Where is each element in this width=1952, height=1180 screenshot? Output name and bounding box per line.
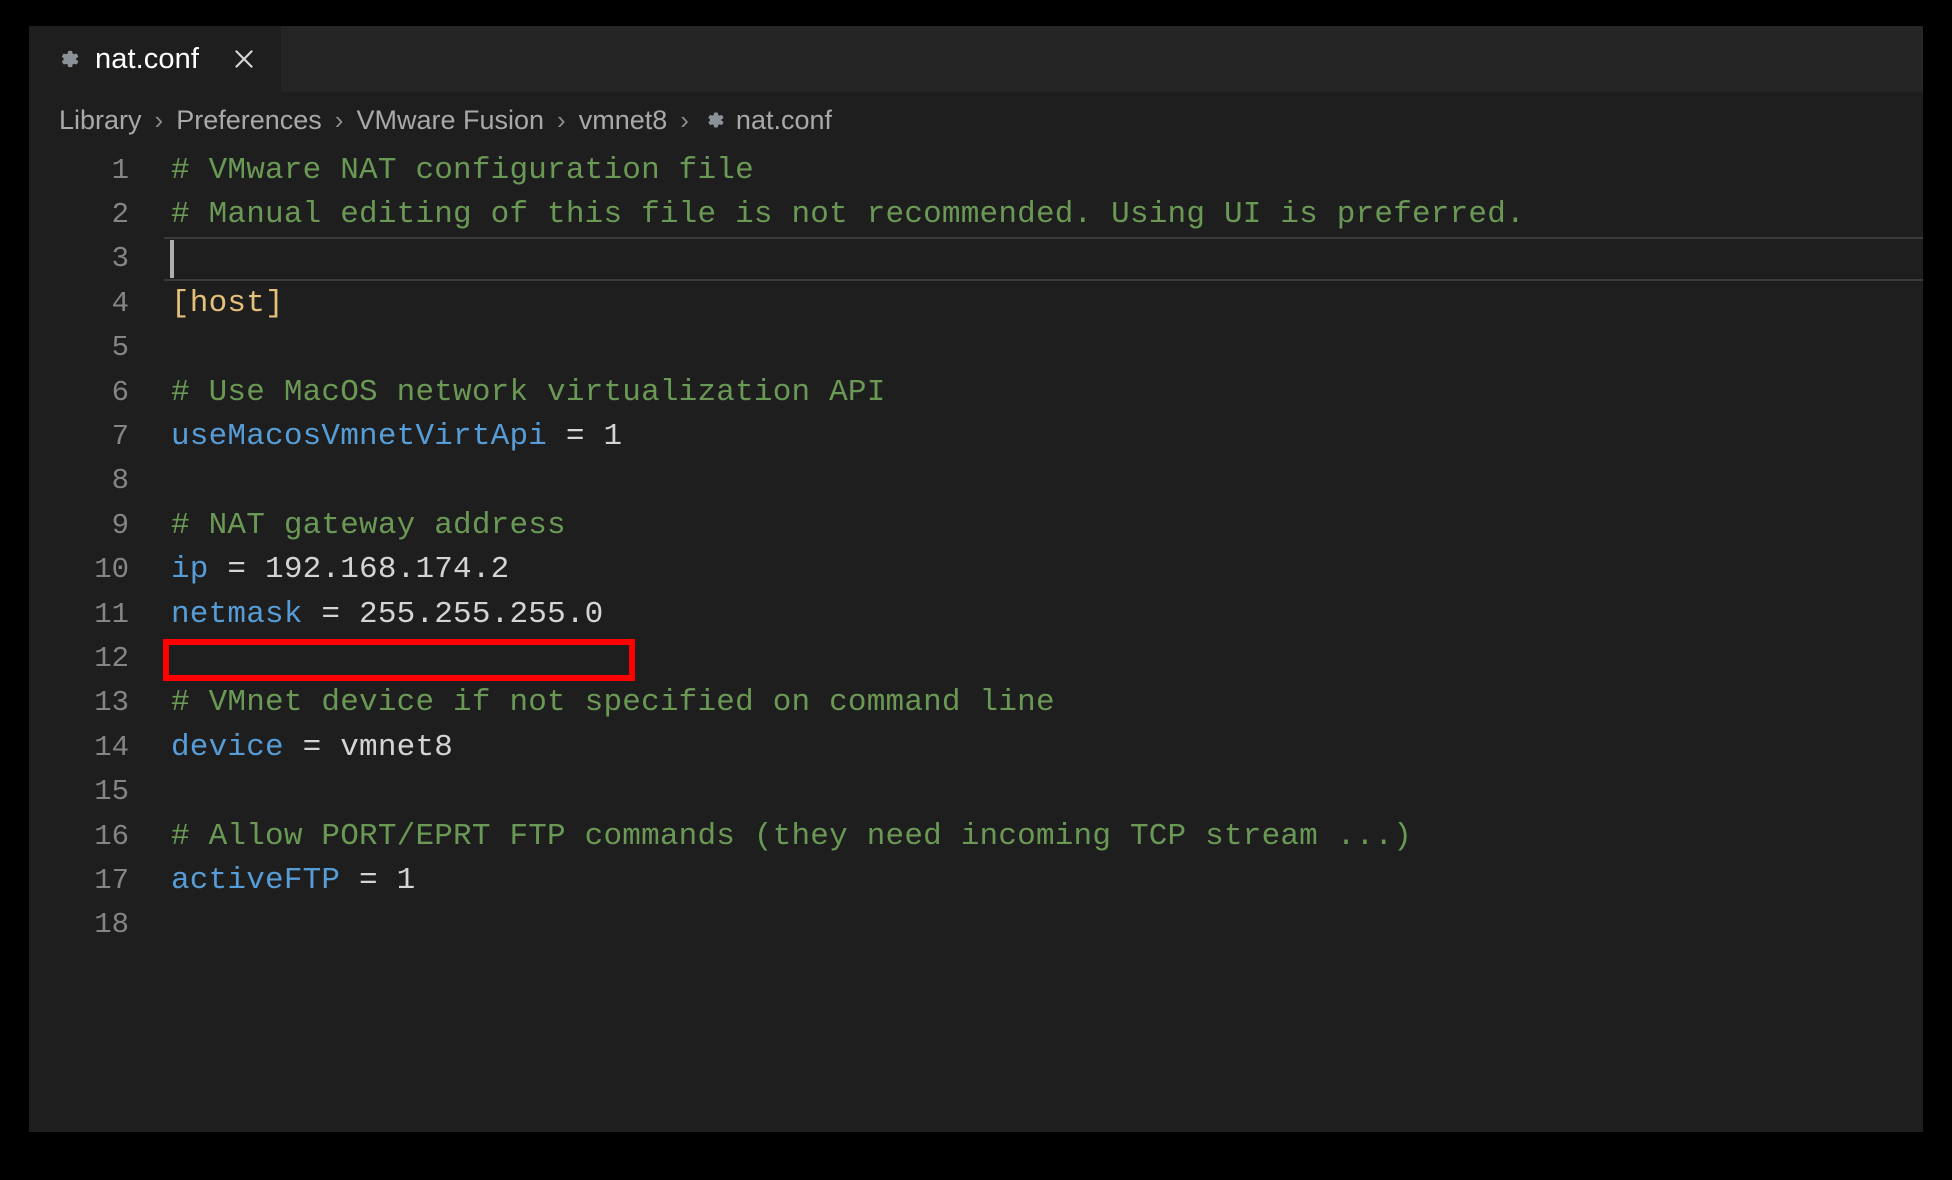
code-line-text: # Use MacOS network virtualization API — [129, 375, 886, 410]
code-line[interactable]: 12 — [29, 636, 1923, 680]
line-number: 8 — [111, 464, 129, 498]
code-line-text: # VMnet device if not specified on comma… — [129, 685, 1055, 720]
code-line[interactable]: 8 — [29, 459, 1923, 503]
code-token: = — [340, 862, 397, 898]
line-number: 6 — [111, 375, 129, 409]
code-line-text: # NAT gateway address — [129, 508, 566, 543]
screenshot-root: nat.conf Library › Preferences › VMware … — [0, 0, 1952, 1180]
editor-tab-nat-conf[interactable]: nat.conf — [29, 26, 282, 92]
code-token: # VMware NAT configuration file — [171, 152, 754, 188]
code-token: = — [283, 729, 341, 765]
code-line[interactable]: 2 # Manual editing of this file is not re… — [29, 192, 1923, 236]
breadcrumb-item-library[interactable]: Library — [59, 105, 142, 136]
line-number: 4 — [111, 286, 129, 320]
breadcrumb-label: vmnet8 — [578, 104, 668, 135]
breadcrumb-item-vmware-fusion[interactable]: VMware Fusion — [356, 105, 544, 136]
breadcrumb-label: Preferences — [176, 104, 322, 135]
code-editor-content[interactable]: 1 # VMware NAT configuration file 2 # Manua… — [29, 148, 1923, 1132]
line-number: 15 — [94, 775, 129, 809]
code-token: # Allow PORT/EPRT FTP commands (they nee… — [171, 818, 1412, 854]
line-number: 12 — [94, 641, 129, 675]
close-icon[interactable] — [229, 44, 259, 74]
line-number: 18 — [94, 908, 129, 942]
code-token: 255.255.255.0 — [359, 596, 604, 632]
code-line-text: activeFTP = 1 — [129, 863, 415, 898]
line-number: 17 — [94, 863, 129, 897]
text-cursor — [170, 239, 174, 278]
breadcrumb-item-preferences[interactable]: Preferences — [176, 105, 322, 136]
line-number: 7 — [111, 420, 129, 454]
breadcrumb-label: Library — [59, 104, 142, 135]
breadcrumb-label: nat.conf — [735, 104, 832, 135]
code-line[interactable]: 4 [host] — [29, 281, 1923, 325]
line-number: 16 — [94, 819, 129, 853]
code-line[interactable]: 9 # NAT gateway address — [29, 503, 1923, 547]
code-token: # VMnet device if not specified on comma… — [171, 685, 1055, 721]
code-line[interactable]: 1 # VMware NAT configuration file — [29, 148, 1923, 192]
code-line[interactable]: 18 — [29, 903, 1923, 947]
code-token: = — [547, 419, 604, 455]
code-line-text: useMacosVmnetVirtApi = 1 — [129, 419, 622, 454]
code-line[interactable]: 13 # VMnet device if not specified on com… — [29, 681, 1923, 725]
code-line[interactable]: 11 netmask = 255.255.255.0 — [29, 592, 1923, 636]
breadcrumb-separator: › — [680, 104, 689, 135]
code-line[interactable]: 16 # Allow PORT/EPRT FTP commands (they n… — [29, 814, 1923, 858]
code-line-text: [host] — [129, 286, 284, 321]
line-number: 11 — [94, 597, 129, 631]
code-line[interactable]: 10 ip = 192.168.174.2 — [29, 548, 1923, 592]
code-token: useMacosVmnetVirtApi — [171, 419, 548, 455]
gear-icon — [55, 46, 81, 72]
code-line[interactable]: 15 — [29, 769, 1923, 813]
code-line-text: # Allow PORT/EPRT FTP commands (they nee… — [129, 819, 1412, 854]
code-token: = — [302, 596, 360, 632]
line-number: 2 — [111, 198, 129, 232]
code-line-text: # VMware NAT configuration file — [129, 153, 754, 188]
line-number: 5 — [111, 331, 129, 365]
breadcrumb-separator: › — [557, 104, 566, 135]
breadcrumb-item-nat-conf[interactable]: nat.conf — [702, 105, 832, 136]
line-number: 1 — [111, 153, 129, 187]
code-token: vmnet8 — [340, 729, 454, 765]
code-token: device — [171, 729, 284, 765]
code-line[interactable]: 3 — [29, 236, 1923, 282]
editor-tab-label: nat.conf — [95, 42, 199, 75]
code-line-text: # Manual editing of this file is not rec… — [129, 197, 1525, 232]
breadcrumb: Library › Preferences › VMware Fusion › … — [29, 92, 1923, 148]
code-line-text: device = vmnet8 — [129, 730, 453, 765]
code-line[interactable]: 6 # Use MacOS network virtualization API — [29, 370, 1923, 414]
code-line[interactable]: 5 — [29, 326, 1923, 370]
code-line-text: netmask = 255.255.255.0 — [129, 597, 604, 632]
line-number: 14 — [94, 730, 129, 764]
code-token: # NAT gateway address — [171, 507, 566, 543]
line-number: 9 — [111, 508, 129, 542]
code-token: activeFTP — [171, 862, 341, 898]
gear-icon — [702, 108, 726, 132]
line-number: 3 — [111, 242, 129, 276]
tab-bar-empty-space — [282, 26, 1923, 92]
code-token: [host] — [171, 285, 284, 321]
breadcrumb-separator: › — [154, 104, 164, 135]
code-token: = — [208, 552, 266, 588]
code-line-text: ip = 192.168.174.2 — [129, 552, 509, 587]
code-token: 192.168.174.2 — [265, 552, 510, 588]
code-token: # Use MacOS network virtualization API — [171, 374, 886, 410]
line-number: 13 — [94, 686, 129, 720]
code-line[interactable]: 7 useMacosVmnetVirtApi = 1 — [29, 414, 1923, 458]
code-token: # Manual editing of this file is not rec… — [171, 197, 1525, 233]
code-token: 1 — [396, 862, 416, 898]
code-token: netmask — [171, 596, 303, 632]
breadcrumb-item-vmnet8[interactable]: vmnet8 — [579, 105, 668, 136]
editor-tab-bar: nat.conf — [29, 26, 1923, 92]
vscode-editor-window: nat.conf Library › Preferences › VMware … — [29, 26, 1923, 1132]
code-token: ip — [171, 552, 209, 588]
current-line-highlight — [164, 236, 1923, 282]
code-token: 1 — [603, 419, 623, 455]
code-line[interactable]: 14 device = vmnet8 — [29, 725, 1923, 769]
breadcrumb-label: VMware Fusion — [356, 104, 545, 135]
line-number: 10 — [94, 553, 129, 587]
code-line[interactable]: 17 activeFTP = 1 — [29, 858, 1923, 902]
breadcrumb-separator: › — [334, 104, 344, 135]
